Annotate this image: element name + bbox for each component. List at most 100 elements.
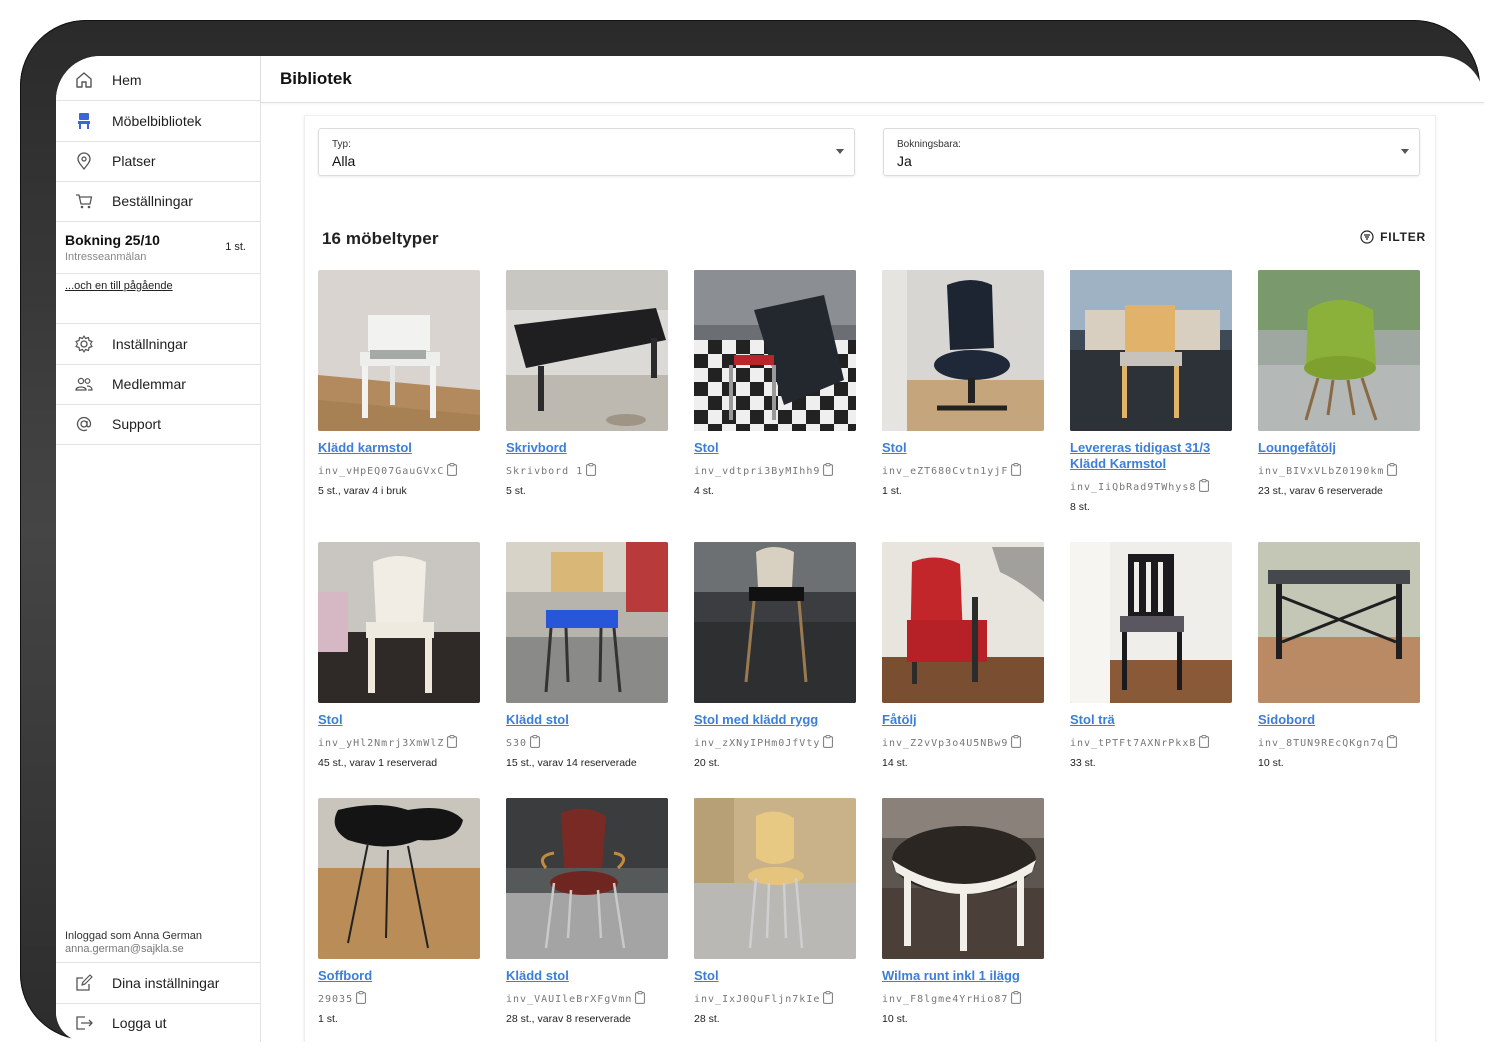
- furniture-name-link[interactable]: Fåtölj: [882, 712, 1044, 728]
- furniture-code-row: inv_BIVxVLbZ0190km: [1258, 463, 1420, 479]
- furniture-name-link[interactable]: Levereras tidigast 31/3 Klädd Karmstol: [1070, 440, 1232, 472]
- furniture-name-link[interactable]: Klädd karmstol: [318, 440, 480, 456]
- furniture-photo[interactable]: [882, 798, 1044, 959]
- furniture-photo[interactable]: [1070, 270, 1232, 431]
- furniture-name-link[interactable]: Stol: [694, 440, 856, 456]
- furniture-code-row: inv_Z2vVp3o4U5NBw9: [882, 735, 1044, 751]
- chevron-down-icon: [836, 149, 844, 154]
- furniture-code-row: inv_zXNyIPHm0JfVty: [694, 735, 856, 751]
- copy-icon[interactable]: [530, 735, 540, 751]
- furniture-code-row: Skrivbord 1: [506, 463, 668, 479]
- furniture-photo[interactable]: [318, 798, 480, 959]
- nav-item-mobelbibliotek[interactable]: Möbelbibliotek: [56, 101, 260, 142]
- nav-item-bestallningar[interactable]: Beställningar: [56, 181, 260, 222]
- furniture-name-link[interactable]: Skrivbord: [506, 440, 668, 456]
- furniture-quantity: 28 st., varav 8 reserverade: [506, 1013, 631, 1025]
- furniture-photo[interactable]: [694, 798, 856, 959]
- furniture-photo[interactable]: [882, 542, 1044, 703]
- copy-icon[interactable]: [356, 991, 367, 1007]
- booking-summary[interactable]: Bokning 25/10 Intresseanmälan 1 st.: [56, 223, 260, 274]
- booking-count: 1 st.: [225, 241, 246, 253]
- furniture-code-row: inv_vdtpri3ByMIhh9: [694, 463, 856, 479]
- furniture-photo[interactable]: [318, 270, 480, 431]
- page-title: Bibliotek: [280, 69, 352, 88]
- cart-icon: [56, 191, 112, 211]
- furniture-name-link[interactable]: Soffbord: [318, 968, 480, 984]
- type-select[interactable]: Typ: Alla: [318, 128, 855, 176]
- copy-icon[interactable]: [447, 463, 458, 479]
- furniture-card: Klädd stol inv_VAUIleBrXFgVmn 28 st., va…: [506, 798, 668, 1025]
- copy-icon[interactable]: [1011, 991, 1022, 1007]
- furniture-photo[interactable]: [882, 270, 1044, 431]
- copy-icon[interactable]: [1199, 735, 1210, 751]
- furniture-code-row: inv_F8lgme4YrHio87: [882, 991, 1044, 1007]
- furniture-quantity: 28 st.: [694, 1013, 720, 1025]
- logout-icon: [56, 1013, 112, 1033]
- furniture-code-row: inv_IxJ0QuFljn7kIe: [694, 991, 856, 1007]
- nav-item-dina-installningar[interactable]: Dina inställningar: [56, 963, 260, 1004]
- furniture-name-link[interactable]: Klädd stol: [506, 968, 668, 984]
- furniture-name-link[interactable]: Klädd stol: [506, 712, 668, 728]
- copy-icon[interactable]: [1011, 735, 1022, 751]
- furniture-code: inv_vdtpri3ByMIhh9: [694, 465, 821, 477]
- furniture-photo[interactable]: [694, 270, 856, 431]
- home-icon: [56, 70, 112, 90]
- copy-icon[interactable]: [823, 735, 834, 751]
- furniture-photo[interactable]: [318, 542, 480, 703]
- copy-icon[interactable]: [1011, 463, 1022, 479]
- furniture-card: Soffbord 29035 1 st.: [318, 798, 480, 1025]
- furniture-quantity: 1 st.: [318, 1013, 338, 1025]
- furniture-photo[interactable]: [506, 542, 668, 703]
- copy-icon[interactable]: [1387, 735, 1398, 751]
- furniture-card: Loungefåtölj inv_BIVxVLbZ0190km 23 st., …: [1258, 270, 1420, 497]
- chevron-down-icon: [1401, 149, 1409, 154]
- furniture-photo[interactable]: [506, 270, 668, 431]
- furniture-code: inv_VAUIleBrXFgVmn: [506, 993, 633, 1005]
- furniture-quantity: 33 st.: [1070, 757, 1096, 769]
- furniture-name-link[interactable]: Wilma runt inkl 1 ilägg: [882, 968, 1044, 984]
- filter-button[interactable]: FILTER: [1360, 230, 1426, 244]
- copy-icon[interactable]: [447, 735, 458, 751]
- copy-icon[interactable]: [823, 463, 834, 479]
- furniture-code-row: inv_eZT680Cvtn1yjF: [882, 463, 1044, 479]
- nav-item-support[interactable]: Support: [56, 404, 260, 445]
- furniture-name-link[interactable]: Sidobord: [1258, 712, 1420, 728]
- type-select-label: Typ:: [332, 139, 351, 150]
- chair-icon: [56, 111, 112, 131]
- furniture-photo[interactable]: [1070, 542, 1232, 703]
- copy-icon[interactable]: [823, 991, 834, 1007]
- furniture-photo[interactable]: [506, 798, 668, 959]
- nav-item-medlemmar[interactable]: Medlemmar: [56, 364, 260, 405]
- furniture-code: 29035: [318, 993, 354, 1005]
- nav-item-platser[interactable]: Platser: [56, 141, 260, 182]
- furniture-card: Fåtölj inv_Z2vVp3o4U5NBw9 14 st.: [882, 542, 1044, 769]
- furniture-card: Sidobord inv_8TUN9REcQKgn7q 10 st.: [1258, 542, 1420, 769]
- nav-label: Logga ut: [112, 1015, 167, 1031]
- furniture-code: Skrivbord 1: [506, 465, 584, 477]
- copy-icon[interactable]: [1199, 479, 1210, 495]
- furniture-name-link[interactable]: Loungefåtölj: [1258, 440, 1420, 456]
- more-bookings-link[interactable]: ...och en till pågående: [65, 280, 173, 292]
- nav-item-installningar[interactable]: Inställningar: [56, 324, 260, 365]
- furniture-photo[interactable]: [694, 542, 856, 703]
- copy-icon[interactable]: [635, 991, 646, 1007]
- furniture-name-link[interactable]: Stol trä: [1070, 712, 1232, 728]
- furniture-photo[interactable]: [1258, 542, 1420, 703]
- furniture-name-link[interactable]: Stol: [318, 712, 480, 728]
- copy-icon[interactable]: [1387, 463, 1398, 479]
- furniture-name-link[interactable]: Stol: [882, 440, 1044, 456]
- furniture-name-link[interactable]: Stol med klädd rygg: [694, 712, 856, 728]
- furniture-quantity: 8 st.: [1070, 501, 1090, 513]
- edit-icon: [56, 973, 112, 993]
- furniture-quantity: 10 st.: [1258, 757, 1284, 769]
- furniture-name-link[interactable]: Stol: [694, 968, 856, 984]
- furniture-photo[interactable]: [1258, 270, 1420, 431]
- copy-icon[interactable]: [586, 463, 597, 479]
- bookable-select[interactable]: Bokningsbara: Ja: [883, 128, 1420, 176]
- nav-label: Medlemmar: [112, 376, 186, 392]
- nav-item-hem[interactable]: Hem: [56, 60, 260, 101]
- nav-item-logga-ut[interactable]: Logga ut: [56, 1003, 260, 1042]
- furniture-card: Skrivbord Skrivbord 1 5 st.: [506, 270, 668, 497]
- type-select-value: Alla: [332, 153, 356, 169]
- furniture-card: Stol inv_vdtpri3ByMIhh9 4 st.: [694, 270, 856, 497]
